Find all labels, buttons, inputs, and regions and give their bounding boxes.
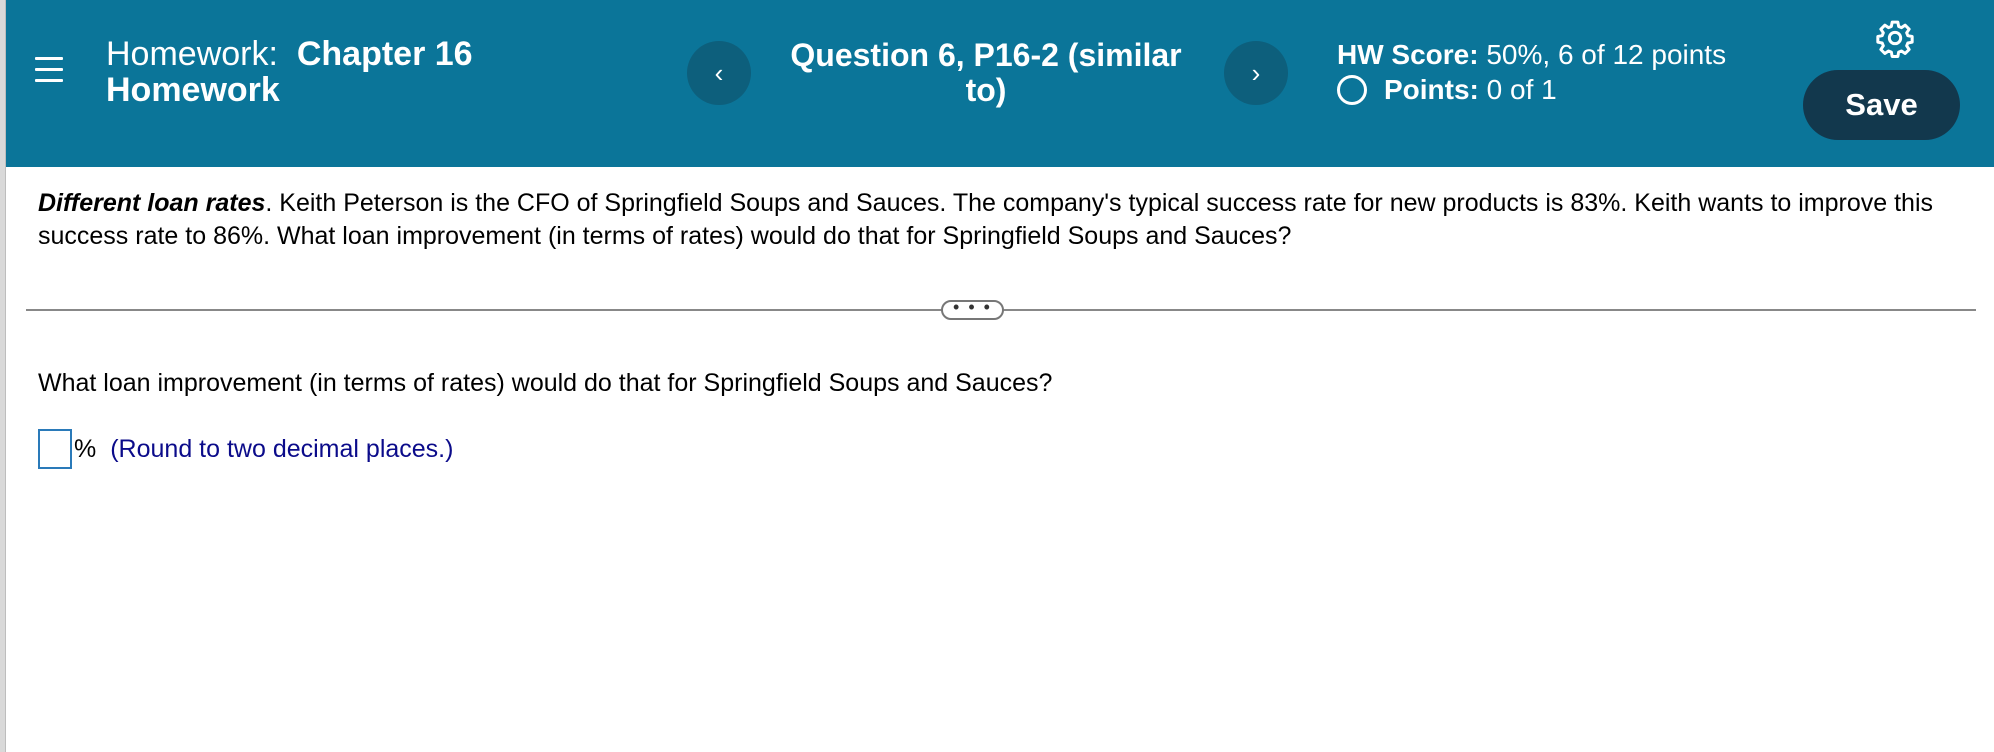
answer-input[interactable] <box>38 429 72 469</box>
percent-unit: % <box>74 434 97 463</box>
question-title: Question 6, P16-2 (similar to) <box>790 37 1182 108</box>
previous-question-button[interactable]: ‹ <box>687 41 751 105</box>
answer-row: % (Round to two decimal places.) <box>38 429 453 469</box>
homework-title: Homework: Chapter 16 Homework <box>106 36 546 108</box>
points-value: 0 of 1 <box>1486 74 1557 105</box>
gear-icon[interactable] <box>1875 18 1915 58</box>
next-question-button[interactable]: › <box>1224 41 1288 105</box>
expand-problem-button[interactable]: • • • <box>941 298 1004 320</box>
menu-icon[interactable] <box>35 55 65 85</box>
rounding-hint: (Round to two decimal places.) <box>110 434 454 463</box>
problem-text: . Keith Peterson is the CFO of Springfie… <box>38 189 1934 250</box>
problem-lead: Different loan rates <box>38 189 266 217</box>
circle-icon <box>1337 75 1367 105</box>
save-button[interactable]: Save <box>1803 70 1960 140</box>
hw-score: HW Score: 50%, 6 of 12 points <box>1337 38 1726 72</box>
chevron-right-icon: › <box>1251 58 1261 88</box>
question-text: What loan improvement (in terms of rates… <box>38 369 1053 397</box>
problem-statement: Different loan rates. Keith Peterson is … <box>38 187 1958 253</box>
points-label: Points: <box>1384 74 1479 105</box>
points: Points: 0 of 1 <box>1337 73 1557 107</box>
header-bar: Homework: Chapter 16 Homework ‹ Question… <box>6 0 1994 167</box>
hw-score-value: 50%, 6 of 12 points <box>1486 39 1727 70</box>
homework-prefix: Homework: <box>106 35 278 73</box>
page: Homework: Chapter 16 Homework ‹ Question… <box>0 0 1994 752</box>
hw-score-label: HW Score: <box>1337 39 1479 70</box>
chevron-left-icon: ‹ <box>714 58 724 88</box>
